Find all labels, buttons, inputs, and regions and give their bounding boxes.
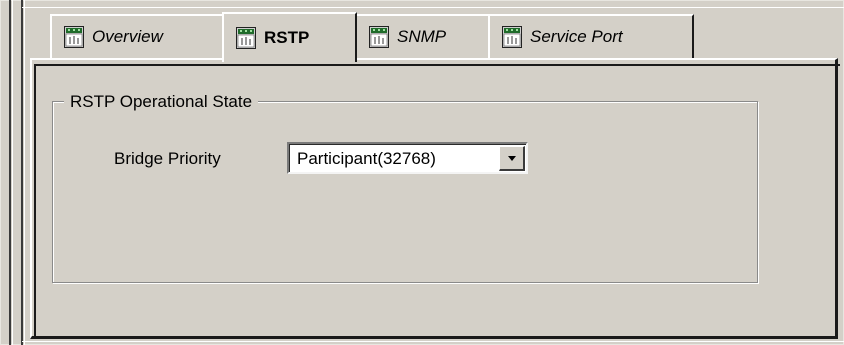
panel-inner-border <box>34 64 840 66</box>
dropdown-button[interactable] <box>499 146 525 171</box>
frame-rail-highlight <box>12 0 13 345</box>
group-title: RSTP Operational State <box>64 92 259 112</box>
tab-label: RSTP <box>264 28 310 47</box>
chevron-down-icon <box>507 155 516 161</box>
tab-label: Service Port <box>530 27 623 46</box>
rstp-state-group <box>52 101 758 283</box>
module-icon <box>64 26 84 48</box>
frame-rail-highlight <box>24 0 25 345</box>
tab-label: SNMP <box>397 27 447 46</box>
tab-rstp[interactable]: RSTP <box>222 12 357 62</box>
frame-rail <box>21 0 23 345</box>
frame-rail <box>9 0 11 345</box>
tab-label: Overview <box>92 27 163 46</box>
tab-overview[interactable]: Overview <box>50 14 225 58</box>
bridge-priority-label: Bridge Priority <box>114 149 221 168</box>
top-divider <box>22 7 844 8</box>
module-icon <box>369 26 389 48</box>
panel-inner-border <box>34 64 36 336</box>
tab-snmp[interactable]: SNMP <box>355 14 490 58</box>
bridge-priority-select[interactable]: Participant(32768) <box>287 142 528 174</box>
module-icon <box>502 26 522 48</box>
panel-bottom-line <box>22 341 844 342</box>
module-icon <box>236 27 256 49</box>
bridge-priority-value: Participant(32768) <box>297 149 436 168</box>
tab-service-port[interactable]: Service Port <box>488 14 694 58</box>
